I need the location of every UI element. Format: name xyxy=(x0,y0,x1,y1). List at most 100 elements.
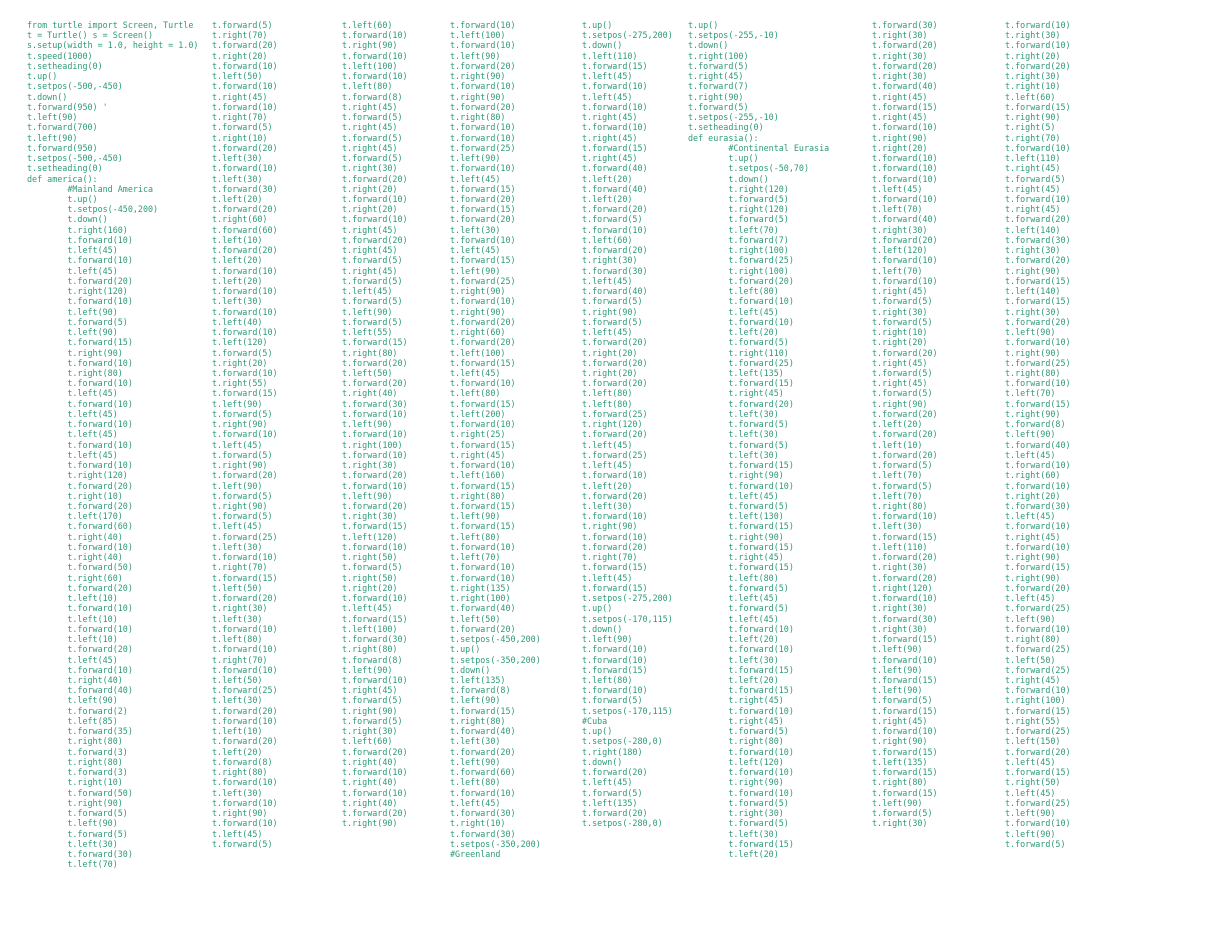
code-line: t.right(45) xyxy=(1005,183,1061,194)
code-line: t.forward(10) xyxy=(342,30,408,41)
code-line: t.forward(10) xyxy=(872,122,938,133)
code-canvas: from turtle import Screen, Turtle t = Tur… xyxy=(0,0,1210,936)
code-line: t.left(10) xyxy=(212,726,263,737)
code-line: t.left(10) xyxy=(27,634,118,645)
code-line: t.forward(15) xyxy=(872,531,938,542)
code-line: t.forward(20) xyxy=(342,357,408,368)
code-line: t.right(10) xyxy=(27,777,123,788)
code-line: t.left(70) xyxy=(872,490,923,501)
code-line: t.forward(10) xyxy=(1005,460,1071,471)
code-line: t.right(45) xyxy=(212,91,268,102)
code-line: t.forward(10) xyxy=(342,675,408,685)
code-line: t.left(45) xyxy=(342,286,393,297)
code-line: t.forward(8) xyxy=(450,685,511,696)
code-line: t.left(45) xyxy=(27,449,118,460)
code-line: t.forward(10) xyxy=(212,286,278,297)
code-line: t.forward(20) xyxy=(872,347,938,358)
code-line: t.right(80) xyxy=(1005,634,1061,645)
code-line: t.setheading(0) xyxy=(27,163,103,174)
code-line: t.left(100) xyxy=(450,30,506,41)
code-line: t.right(90) xyxy=(1005,572,1061,583)
code-line: t.right(70) xyxy=(1005,132,1061,143)
code-line: t.right(30) xyxy=(872,562,928,573)
code-line: t.left(100) xyxy=(342,60,398,71)
code-line: t.left(45) xyxy=(212,521,263,532)
code-line: t.forward(15) xyxy=(688,460,794,471)
code-line: t.right(70) xyxy=(212,562,268,573)
code-line: t.setpos(-275,200) xyxy=(582,30,673,41)
code-line: t.forward(10) xyxy=(1005,685,1071,696)
code-line: t.down() xyxy=(582,623,623,634)
code-line: t.forward(25) xyxy=(1005,726,1071,737)
code-line: t.left(45) xyxy=(1005,756,1056,767)
code-line: t.left(110) xyxy=(872,541,928,552)
code-line: t.right(30) xyxy=(342,163,398,174)
code-line: t.down() xyxy=(582,40,623,51)
code-line: t.left(30) xyxy=(212,296,263,307)
code-line: t.forward(15) xyxy=(1005,562,1071,573)
code-line: t.setpos(-450,200) xyxy=(27,204,159,215)
code-line: t.left(20) xyxy=(212,746,263,757)
code-line: t.forward(10) xyxy=(212,429,278,440)
code-line: t.left(10) xyxy=(212,234,263,245)
code-line: t.forward(20) xyxy=(342,501,408,512)
code-line: t.forward(950) xyxy=(27,142,98,153)
code-line: t.left(90) xyxy=(450,756,501,767)
code-line: t.right(110) xyxy=(688,347,789,358)
code-line: t.left(30) xyxy=(688,449,779,460)
code-line: t.forward(25) xyxy=(1005,357,1071,368)
code-line: t.forward(5) xyxy=(342,316,403,327)
code-line: t.forward(30) xyxy=(872,20,938,30)
code-line: t.left(90) xyxy=(212,480,263,491)
code-line: t.right(45) xyxy=(582,153,638,164)
code-line: t.forward(15) xyxy=(450,480,516,491)
code-line: t.forward(10) xyxy=(582,224,648,235)
code-line: t.forward(20) xyxy=(582,808,648,819)
code-line: t.forward(10) xyxy=(212,644,278,655)
code-line: t.right(80) xyxy=(27,756,123,767)
code-line: t.forward(15) xyxy=(872,787,938,798)
code-line: t.forward(5) xyxy=(342,132,403,143)
code-line: t.left(30) xyxy=(688,828,779,839)
code-line: t.right(120) xyxy=(27,286,128,297)
code-line: t.left(80) xyxy=(450,531,501,542)
code-line: t.forward(10) xyxy=(27,296,133,307)
code-line: t.forward(25) xyxy=(582,408,648,419)
code-line: t.left(45) xyxy=(27,245,118,256)
code-line: t.forward(10) xyxy=(27,439,133,450)
code-line: t.forward(20) xyxy=(27,644,133,655)
code-line: t.left(110) xyxy=(1005,153,1061,164)
code-line: #Cuba xyxy=(582,715,608,726)
code-line: t.forward(10) xyxy=(342,50,408,61)
code-line: t.forward(20) xyxy=(212,593,278,604)
code-line: t.right(45) xyxy=(342,245,398,256)
code-line: t.forward(60) xyxy=(450,767,516,778)
code-line: t.forward(10) xyxy=(212,265,278,276)
code-line: t.left(30) xyxy=(212,153,263,164)
code-line: t.left(50) xyxy=(212,71,263,82)
code-line: t.right(90) xyxy=(1005,552,1061,563)
code-line: t.forward(5) xyxy=(872,388,933,399)
code-line: t.right(45) xyxy=(1005,204,1061,215)
code-line: t.forward(5) xyxy=(688,603,789,614)
code-line: t.forward(10) xyxy=(582,81,648,92)
code-line: t.left(135) xyxy=(582,797,638,808)
code-line: t.left(80) xyxy=(582,388,633,399)
code-line: t.right(40) xyxy=(342,756,398,767)
code-line: t.right(20) xyxy=(342,204,398,215)
code-line: t.forward(10) xyxy=(450,541,516,552)
code-line: t.forward(5) xyxy=(342,562,403,573)
code-line: t.forward(15) xyxy=(1005,296,1071,307)
code-line: t.forward(10) xyxy=(1005,818,1071,829)
code-line: t.forward(5) xyxy=(27,808,128,819)
code-line: t.right(90) xyxy=(688,777,784,788)
code-line: t.forward(20) xyxy=(342,808,408,819)
code-line: t.left(200) xyxy=(450,408,506,419)
code-line: t.left(20) xyxy=(872,419,923,430)
code-line: t.forward(5) xyxy=(582,296,643,307)
code-line: t.setpos(-500,-450) xyxy=(27,81,123,92)
code-line: t.right(45) xyxy=(872,91,928,102)
code-line: t.left(45) xyxy=(688,593,779,604)
code-line: t.left(160) xyxy=(450,470,506,481)
code-line: t.forward(30) xyxy=(450,828,516,839)
